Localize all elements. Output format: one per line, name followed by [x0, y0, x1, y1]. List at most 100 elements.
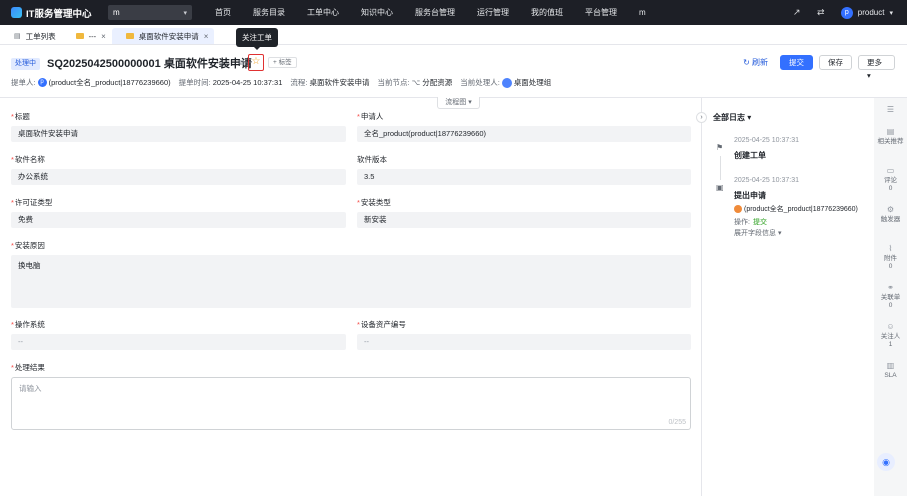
- result-textarea[interactable]: 请输入 0/255: [11, 377, 691, 430]
- add-tag-button[interactable]: + 标签: [268, 57, 297, 68]
- title-label: 标题: [14, 112, 30, 121]
- install-type-label: 安装类型: [360, 198, 391, 207]
- rail-label: 关注人: [880, 333, 901, 340]
- collapse-panel-button[interactable]: ›: [696, 112, 707, 123]
- copy-icon[interactable]: ⧉: [239, 58, 245, 68]
- nav-item-m[interactable]: m: [628, 0, 657, 25]
- rail-item-recommend[interactable]: ▤ 相关推荐: [874, 128, 907, 146]
- follow-star-button[interactable]: ☆: [248, 54, 264, 71]
- result-field: *处理结果 请输入 0/255: [11, 362, 691, 430]
- asset-no-field: *设备资产编号 --: [357, 319, 691, 350]
- log-op-label: 操作:: [734, 219, 750, 226]
- translate-icon[interactable]: ⇄: [809, 7, 833, 18]
- rail-count: 0: [888, 185, 893, 192]
- rail-item-attachments[interactable]: ⌇ 附件 0: [874, 245, 907, 271]
- avatar: p: [840, 6, 853, 19]
- nav-item-home[interactable]: 首页: [204, 0, 242, 25]
- right-rail: ☰ ▤ 相关推荐 ▭ 评论 0 ⚙ 触发器 ⌇ 附件 0 ⚭ 关联单 0 ☺ 关…: [874, 98, 907, 496]
- app-logo[interactable]: IT服务管理中心: [0, 6, 100, 20]
- nav-item-platform[interactable]: 平台管理: [574, 0, 628, 25]
- refresh-icon: ↻: [743, 58, 750, 67]
- folder-icon: [75, 33, 84, 39]
- user-menu[interactable]: p product ▾: [833, 6, 907, 19]
- log-panel: 全部日志 ▾ ⚑ 2025-04-25 10:37:31 创建工单 ▣ 2025…: [702, 98, 874, 496]
- tab-label: 桌面软件安装申请: [138, 31, 199, 41]
- tab-desktop-software-request[interactable]: 桌面软件安装申请 ×: [111, 28, 215, 44]
- log-title: 全部日志: [713, 113, 745, 122]
- save-button[interactable]: 保存: [819, 55, 852, 70]
- result-placeholder: 请输入: [19, 384, 42, 393]
- asset-no-value: --: [357, 334, 691, 350]
- rail-item-linked[interactable]: ⚭ 关联单 0: [874, 284, 907, 310]
- license-type-label: 许可证类型: [14, 198, 53, 207]
- assistant-bot-icon[interactable]: ◉: [877, 453, 895, 471]
- refresh-button[interactable]: ↻ 刷新: [743, 57, 768, 68]
- log-time: 2025-04-25 10:37:31: [734, 137, 799, 144]
- install-reason-label: 安装原因: [14, 241, 45, 250]
- document-icon: ▤: [886, 127, 895, 136]
- folder-icon: [125, 33, 134, 39]
- rail-count: 0: [888, 302, 893, 309]
- title-value: 桌面软件安装申请: [11, 126, 346, 142]
- tab-bar: ▤ 工单列表 --- × 桌面软件安装申请 ×: [0, 28, 907, 45]
- top-nav: IT服务管理中心 m ▾ 首页 服务目录 工单中心 知识中心 服务台管理 运行管…: [0, 0, 907, 25]
- log-filter[interactable]: 全部日志 ▾: [713, 112, 751, 123]
- follow-tooltip: 关注工单: [236, 28, 278, 50]
- tab-ticket-list[interactable]: ▤ 工单列表: [0, 28, 62, 44]
- trigger-icon: ⚙: [886, 205, 895, 214]
- applicant-label: 提单人:: [11, 78, 36, 87]
- software-name-field: *软件名称 办公系统: [11, 154, 346, 185]
- more-button[interactable]: 更多 ▾: [858, 55, 895, 80]
- logo-icon: [11, 7, 22, 18]
- software-version-value: 3.5: [357, 169, 691, 185]
- log-action: 创建工单: [734, 151, 766, 160]
- rail-item-triggers[interactable]: ⚙ 触发器: [874, 206, 907, 224]
- chevron-down-icon: ▾: [867, 71, 871, 80]
- submit-time-value: 2025-04-25 10:37:31: [212, 78, 283, 87]
- avatar: [734, 205, 742, 213]
- rail-label: 关联单: [880, 294, 901, 301]
- nav-item-service-desk[interactable]: 服务台管理: [404, 0, 466, 25]
- rail-item-followers[interactable]: ☺ 关注人 1: [874, 323, 907, 349]
- nav-item-my-duty[interactable]: 我的值班: [520, 0, 574, 25]
- close-icon[interactable]: ×: [204, 32, 209, 41]
- ticket-form: *标题 桌面软件安装申请 *申请人 全名_product(product|187…: [0, 98, 700, 496]
- rail-count: 0: [888, 263, 893, 270]
- workspace-select[interactable]: m ▾: [108, 5, 192, 20]
- external-link-icon[interactable]: ↗: [785, 7, 809, 18]
- user-icon: ☺: [886, 322, 895, 331]
- more-label: 更多: [867, 58, 882, 67]
- log-op-value: 提交: [752, 219, 767, 226]
- os-label: 操作系统: [14, 320, 45, 329]
- software-name-label: 软件名称: [14, 155, 45, 164]
- rail-label: 评论: [884, 177, 897, 184]
- log-user: (product全名_product|18776239660): [734, 204, 858, 214]
- expand-fields-link[interactable]: 展开字段信息 ▾: [734, 228, 781, 238]
- rail-item-menu[interactable]: ☰: [874, 106, 907, 116]
- software-name-value: 办公系统: [11, 169, 346, 185]
- rail-label: SLA: [884, 372, 897, 379]
- status-badge: 处理中: [11, 58, 40, 70]
- applicant-label: 申请人: [360, 112, 384, 121]
- rail-item-sla[interactable]: ▥ SLA: [874, 362, 907, 380]
- group-icon: [501, 77, 512, 88]
- nav-item-operations[interactable]: 运行管理: [466, 0, 520, 25]
- tab-label: ---: [88, 31, 97, 41]
- nav-item-ticket-center[interactable]: 工单中心: [296, 0, 350, 25]
- list-icon: ☰: [886, 105, 895, 114]
- install-type-field: *安装类型 新安装: [357, 197, 691, 228]
- chevron-down-icon: ▾: [747, 113, 752, 122]
- result-label: 处理结果: [14, 363, 45, 372]
- chevron-down-icon: ▾: [183, 9, 187, 17]
- submit-button[interactable]: 提交: [780, 55, 813, 70]
- ticket-header: 处理中 SQ2025042500000001 桌面软件安装申请 ⧉ ☆ + 标签…: [0, 46, 907, 98]
- nav-item-knowledge[interactable]: 知识中心: [350, 0, 404, 25]
- rail-label: 触发器: [880, 216, 901, 223]
- nav-item-service-catalog[interactable]: 服务目录: [242, 0, 296, 25]
- tab-blank[interactable]: --- ×: [62, 28, 112, 44]
- process-value: 桌面软件安装申请: [309, 78, 370, 87]
- rail-item-comments[interactable]: ▭ 评论 0: [874, 167, 907, 193]
- log-action: 提出申请: [734, 191, 766, 200]
- close-icon[interactable]: ×: [101, 32, 106, 41]
- flowchart-toggle[interactable]: 流程图 ▾: [437, 97, 480, 109]
